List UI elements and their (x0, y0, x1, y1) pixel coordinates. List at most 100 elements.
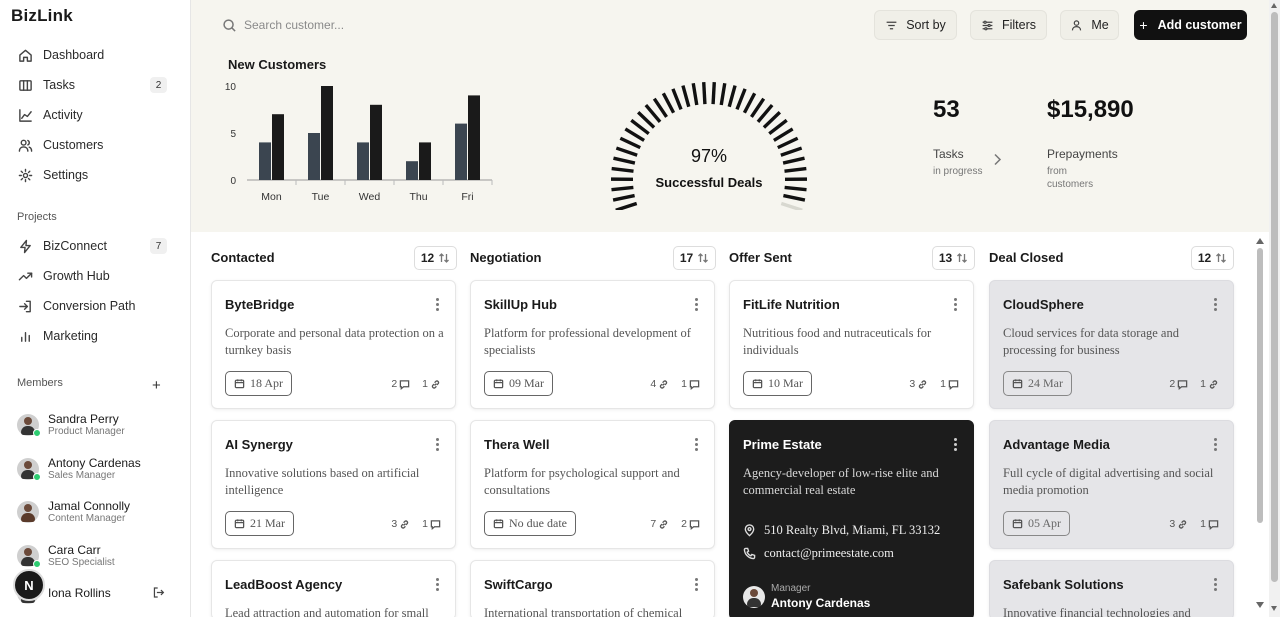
column-count-sort[interactable]: 17 (673, 246, 716, 270)
tasks-count: 53 (933, 96, 960, 123)
due-date-chip[interactable]: 18 Apr (225, 371, 292, 396)
due-date-chip[interactable]: 21 Mar (225, 511, 294, 536)
customer-card[interactable]: AI Synergy Innovative solutions based on… (211, 420, 456, 549)
board-scrollbar[interactable] (1255, 236, 1266, 614)
due-date-chip[interactable]: 09 Mar (484, 371, 553, 396)
customer-card[interactable]: Thera Well Platform for psychological su… (470, 420, 715, 549)
card-stats: 2 1 (379, 378, 441, 390)
more-icon[interactable] (429, 575, 445, 593)
sort-button[interactable]: Sort by (874, 10, 957, 40)
more-icon[interactable] (429, 295, 445, 313)
comment-count: 2 (391, 378, 398, 390)
search-input[interactable]: Search customer... (244, 18, 344, 32)
member-item[interactable]: Cara Carr SEO Specialist (17, 539, 177, 573)
gauge-label: Successful Deals (655, 175, 763, 190)
member-role: Product Manager (48, 426, 125, 437)
bar (357, 142, 369, 180)
project-conversion-path[interactable]: Conversion Path (17, 294, 167, 318)
project-growth-hub[interactable]: Growth Hub (17, 264, 167, 288)
nav-activity[interactable]: Activity (17, 103, 167, 127)
add-member-button[interactable]: + (152, 377, 161, 394)
nav-dashboard[interactable]: Dashboard (17, 43, 167, 67)
more-icon[interactable] (688, 435, 704, 453)
more-icon[interactable] (1207, 295, 1223, 313)
due-date-chip[interactable]: 10 Mar (743, 371, 812, 396)
due-date-chip[interactable]: No due date (484, 511, 576, 536)
customer-card[interactable]: FitLife Nutrition Nutritious food and nu… (729, 280, 974, 409)
due-date-chip[interactable]: 24 Mar (1003, 371, 1072, 396)
gauge-tick (768, 118, 788, 136)
logout-icon[interactable] (152, 586, 165, 604)
members-heading: Members (17, 377, 63, 389)
home-icon (17, 47, 33, 63)
nav-settings[interactable]: Settings (17, 163, 167, 187)
x-tick-label: Tue (312, 191, 330, 203)
link-icon (400, 519, 409, 529)
column-count-sort[interactable]: 13 (932, 246, 975, 270)
calendar-icon (493, 519, 504, 529)
bar (468, 95, 480, 180)
column-count-sort[interactable]: 12 (414, 246, 457, 270)
project-label: Growth Hub (43, 269, 110, 283)
gauge-tick (783, 193, 806, 202)
comment-count: 1 (681, 378, 687, 390)
gauge-tick (727, 85, 737, 108)
member-item[interactable]: Sandra Perry Product Manager (17, 408, 177, 442)
member-name: Iona Rollins (48, 586, 111, 600)
phone-icon (743, 547, 756, 560)
member-name: Jamal Connolly (48, 499, 131, 513)
avatar (17, 545, 41, 568)
more-icon[interactable] (947, 295, 963, 313)
link-icon (1178, 519, 1187, 529)
member-item[interactable]: Antony Cardenas Sales Manager (17, 452, 177, 486)
more-icon[interactable] (1207, 435, 1223, 453)
customer-card-selected[interactable]: Prime Estate Agency-developer of low-ris… (729, 420, 974, 617)
project-bizconnect[interactable]: BizConnect 7 (17, 234, 167, 258)
due-date: 18 Apr (250, 376, 283, 390)
customer-card[interactable]: Advantage Media Full cycle of digital ad… (989, 420, 1234, 549)
card-stats: 4 1 (638, 378, 700, 390)
more-icon[interactable] (947, 435, 963, 453)
chevron-right-icon[interactable] (993, 153, 1002, 171)
member-item[interactable]: Jamal Connolly Content Manager (17, 495, 177, 529)
customer-card[interactable]: ByteBridge Corporate and personal data p… (211, 280, 456, 409)
more-icon[interactable] (429, 435, 445, 453)
project-marketing[interactable]: Marketing (17, 324, 167, 348)
customer-card[interactable]: CloudSphere Cloud services for data stor… (989, 280, 1234, 409)
customer-card[interactable]: SwiftCargo International transportation … (470, 560, 715, 617)
gauge-tick (671, 88, 683, 110)
more-icon[interactable] (688, 575, 704, 593)
customer-card[interactable]: Safebank Solutions Innovative financial … (989, 560, 1234, 617)
me-button[interactable]: Me (1060, 10, 1119, 40)
y-tick-label: 10 (225, 82, 237, 93)
page-scrollbar[interactable] (1269, 0, 1280, 617)
nav-customers[interactable]: Customers (17, 133, 167, 157)
nav-tasks[interactable]: Tasks 2 (17, 73, 167, 97)
filter-icon (982, 20, 993, 30)
calendar-icon (752, 379, 763, 389)
y-tick-label: 5 (230, 129, 236, 140)
card-description: Nutritious food and nutraceuticals for i… (743, 326, 932, 357)
filters-button[interactable]: Filters (970, 10, 1047, 40)
card-email[interactable]: contact@primeestate.com (743, 546, 894, 561)
column-count-sort[interactable]: 12 (1191, 246, 1234, 270)
customer-card[interactable]: LeadBoost Agency Lead attraction and aut… (211, 560, 456, 617)
comment-count: 1 (1200, 518, 1206, 530)
search-bar[interactable]: Search customer... (222, 12, 502, 38)
column-title: Offer Sent (729, 250, 792, 265)
sort-arrows-icon (1216, 253, 1227, 263)
projects-heading: Projects (17, 211, 57, 223)
comment-icon (1208, 519, 1219, 530)
customer-card[interactable]: SkillUp Hub Platform for professional de… (470, 280, 715, 409)
comment-icon (689, 379, 700, 390)
more-icon[interactable] (1207, 575, 1223, 593)
more-icon[interactable] (688, 295, 704, 313)
add-customer-button[interactable]: + Add customer (1134, 10, 1247, 40)
user-avatar-button[interactable]: N (13, 569, 45, 601)
avatar (17, 414, 41, 437)
card-description: Platform for psychological support and c… (484, 466, 680, 497)
comment-icon (399, 379, 410, 390)
activity-icon (17, 107, 33, 123)
due-date-chip[interactable]: 05 Apr (1003, 511, 1070, 536)
bar (419, 142, 431, 180)
